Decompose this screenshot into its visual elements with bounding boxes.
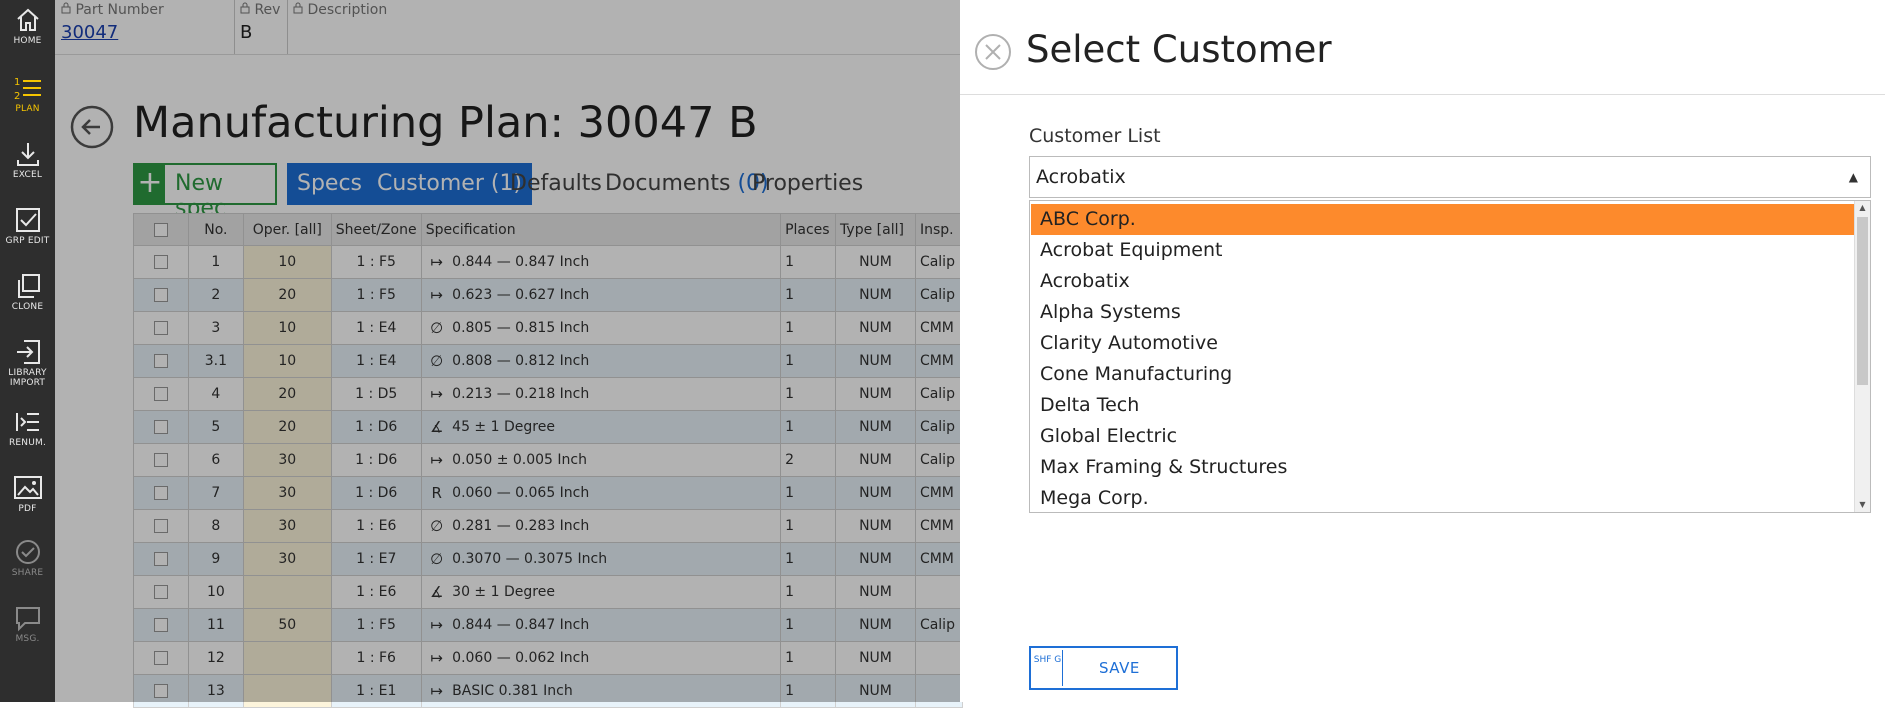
toolbar-clone-label: CLONE bbox=[11, 302, 44, 312]
panel-title: Select Customer bbox=[1026, 28, 1332, 71]
toolbar-share-button[interactable]: SHARE bbox=[0, 538, 55, 598]
panel-header: Select Customer bbox=[960, 0, 1885, 95]
toolbar-share-label: SHARE bbox=[11, 568, 44, 578]
customer-option[interactable]: Global Electric bbox=[1031, 421, 1854, 452]
toolbar-excel-button[interactable]: EXCEL bbox=[0, 140, 55, 200]
toolbar-plan-label: PLAN bbox=[15, 104, 40, 114]
svg-text:1: 1 bbox=[14, 77, 20, 88]
customer-option[interactable]: Alpha Systems bbox=[1031, 297, 1854, 328]
caret-up-icon[interactable]: ▲ bbox=[1849, 170, 1858, 184]
dropdown-scrollbar[interactable]: ▲ ▼ bbox=[1854, 201, 1870, 512]
customer-option[interactable]: Acrobat Equipment bbox=[1031, 235, 1854, 266]
toolbar-msg-button[interactable]: MSG. bbox=[0, 604, 55, 664]
image-icon bbox=[13, 476, 42, 499]
save-button[interactable]: SHF G SAVE bbox=[1029, 646, 1178, 690]
clone-icon bbox=[17, 274, 40, 298]
check-circle-icon bbox=[15, 540, 40, 564]
plan-list-icon: 12 bbox=[14, 77, 41, 102]
shortcut-key-hint: SHF G bbox=[1033, 650, 1063, 686]
customer-list-label: Customer List bbox=[1029, 125, 1161, 147]
scroll-down-icon[interactable]: ▼ bbox=[1855, 498, 1870, 512]
select-customer-panel: Select Customer Customer List ▲ ▲ ▼ ABC … bbox=[960, 0, 1885, 702]
toolbar-grp-edit-button[interactable]: GRP EDIT bbox=[0, 206, 55, 266]
customer-option[interactable]: Delta Tech bbox=[1031, 390, 1854, 421]
customer-option[interactable]: ABC Corp. bbox=[1031, 204, 1854, 235]
customer-search-input[interactable] bbox=[1036, 163, 1816, 191]
toolbar-library-import-button[interactable]: LIBRARY IMPORT bbox=[0, 338, 55, 398]
toolbar-pdf-label: PDF bbox=[18, 504, 37, 514]
message-icon bbox=[15, 607, 40, 632]
modal-backdrop[interactable] bbox=[55, 0, 960, 702]
customer-option[interactable]: Clarity Automotive bbox=[1031, 328, 1854, 359]
toolbar-msg-label: MSG. bbox=[15, 634, 40, 644]
toolbar-grp-edit-label: GRP EDIT bbox=[5, 236, 50, 246]
toolbar-library-import-label: LIBRARY IMPORT bbox=[8, 368, 47, 388]
checkbox-edit-icon bbox=[15, 208, 40, 232]
scrollbar-thumb[interactable] bbox=[1857, 217, 1868, 385]
close-icon[interactable] bbox=[974, 33, 1012, 71]
customer-option[interactable]: Acrobatix bbox=[1031, 266, 1854, 297]
toolbar-renum-button[interactable]: RENUM. bbox=[0, 408, 55, 468]
download-icon bbox=[16, 143, 39, 166]
toolbar-clone-button[interactable]: CLONE bbox=[0, 272, 55, 332]
library-import-icon bbox=[16, 340, 40, 364]
left-toolbar: HOME 12 PLAN EXCEL GRP EDIT CLONE LIBRAR… bbox=[0, 0, 55, 702]
customer-combobox[interactable]: ▲ bbox=[1029, 156, 1871, 198]
toolbar-home-button[interactable]: HOME bbox=[0, 6, 55, 66]
save-button-label: SAVE bbox=[1099, 659, 1140, 677]
toolbar-plan-button[interactable]: 12 PLAN bbox=[0, 74, 55, 134]
renumber-icon bbox=[15, 413, 39, 431]
toolbar-home-label: HOME bbox=[13, 36, 42, 46]
toolbar-excel-label: EXCEL bbox=[12, 170, 43, 180]
customer-option[interactable]: Cone Manufacturing bbox=[1031, 359, 1854, 390]
customer-option[interactable]: Max Framing & Structures bbox=[1031, 452, 1854, 483]
home-icon bbox=[16, 8, 39, 31]
scroll-up-icon[interactable]: ▲ bbox=[1855, 201, 1870, 215]
customer-dropdown-list: ▲ ▼ ABC Corp. Acrobat Equipment Acrobatix A… bbox=[1029, 200, 1871, 513]
customer-option[interactable]: Mega Corp. bbox=[1031, 483, 1854, 512]
toolbar-renum-label: RENUM. bbox=[8, 438, 47, 448]
svg-text:2: 2 bbox=[14, 91, 20, 102]
toolbar-pdf-button[interactable]: PDF bbox=[0, 474, 55, 534]
